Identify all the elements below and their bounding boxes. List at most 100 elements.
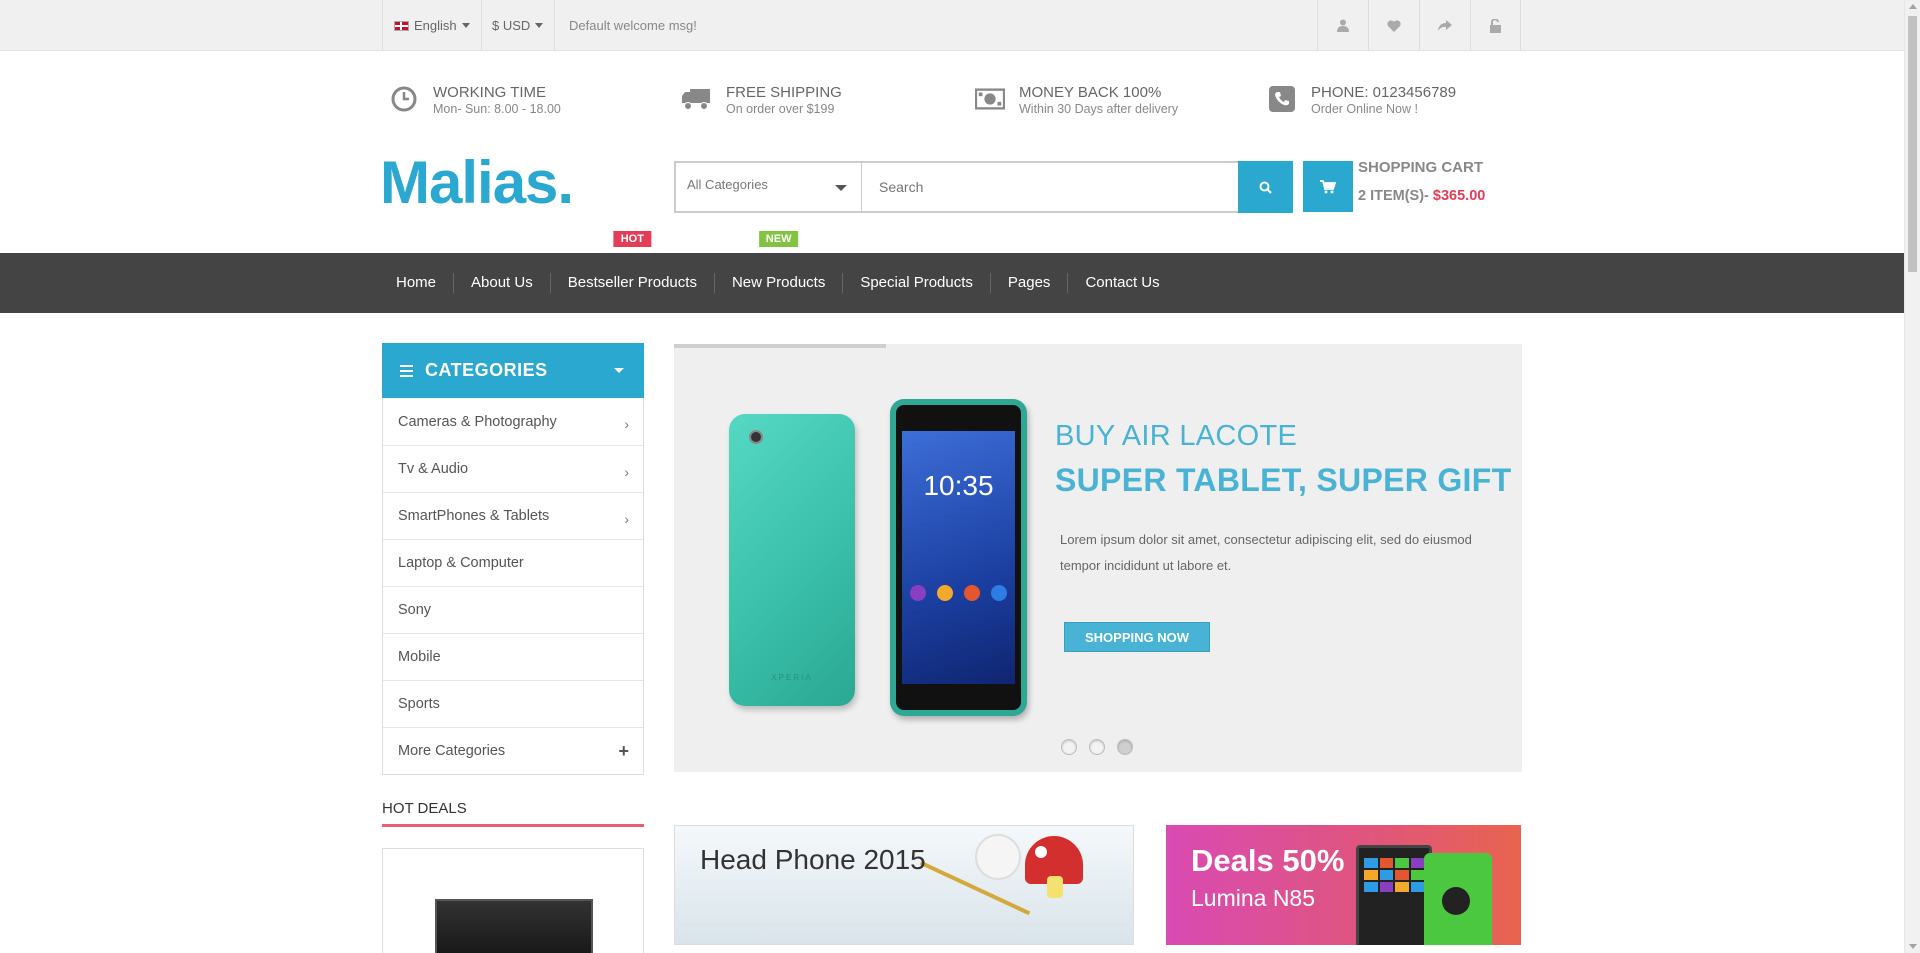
menu-icon (400, 364, 413, 377)
category-label: Sony (398, 602, 432, 618)
nav-item-special-products[interactable]: Special Products (842, 273, 990, 293)
slide-subheading: SUPER TABLET, SUPER GIFT (1055, 462, 1512, 498)
hot-deals-underline (382, 824, 644, 827)
search-icon (1259, 181, 1272, 194)
mushroom-earbud-graphic (1025, 836, 1083, 898)
nav-label: Bestseller Products (567, 274, 697, 291)
new-badge: NEW (758, 231, 799, 247)
category-item-smartphones-tablets[interactable]: SmartPhones & Tablets › (383, 492, 643, 539)
scroll-up-icon[interactable] (1909, 4, 1917, 9)
user-icon[interactable] (1317, 0, 1368, 51)
main-nav: Home About Us HOT Bestseller Products NE… (0, 231, 1920, 313)
unlock-icon[interactable] (1470, 0, 1521, 51)
category-item-sony[interactable]: Sony (383, 586, 643, 633)
category-item-more-categories[interactable]: More Categories + (383, 727, 643, 774)
nav-label: New Products (731, 274, 826, 291)
info-sub: Order Online Now ! (1311, 102, 1418, 116)
search-bar: All Categories (674, 161, 1293, 213)
language-selector[interactable]: English (382, 0, 482, 51)
categories-menu: CATEGORIES Cameras & Photography › Tv & … (382, 343, 644, 775)
category-label: Laptop & Computer (398, 555, 524, 571)
heart-icon[interactable] (1368, 0, 1419, 51)
cart-summary[interactable]: 2 ITEM(S)- $365.00 (1358, 188, 1485, 204)
info-title: MONEY BACK 100% (1019, 84, 1162, 101)
category-item-laptop-computer[interactable]: Laptop & Computer (383, 539, 643, 586)
slide-heading: BUY AIR LACOTE (1055, 420, 1298, 452)
category-label: Sports (398, 696, 440, 712)
category-item-sports[interactable]: Sports (383, 680, 643, 727)
nav-label: Contact Us (1085, 274, 1160, 291)
category-label: More Categories (398, 743, 506, 759)
info-strip: WORKING TIME Mon- Sun: 8.00 - 18.00 FREE… (382, 84, 1521, 124)
search-button[interactable] (1238, 161, 1293, 213)
slider-dots (1061, 739, 1133, 755)
chevron-down-icon (461, 23, 470, 28)
info-money-back: MONEY BACK 100% Within 30 Days after del… (975, 84, 1178, 116)
category-item-mobile[interactable]: Mobile (383, 633, 643, 680)
chevron-down-icon (535, 23, 544, 28)
welcome-message: Default welcome msg! (569, 18, 697, 33)
slider-dot-3[interactable] (1117, 739, 1133, 755)
page-scrollbar[interactable] (1904, 0, 1920, 953)
slider-dot-2[interactable] (1089, 739, 1105, 755)
cart-title[interactable]: SHOPPING CART (1358, 159, 1483, 176)
uk-flag-icon (394, 20, 409, 31)
green-phone-image (1424, 853, 1492, 945)
clock-icon (389, 84, 419, 114)
search-category-select[interactable]: All Categories (676, 163, 862, 211)
nav-item-home[interactable]: Home (382, 273, 453, 293)
hot-deal-product[interactable] (382, 848, 644, 953)
nav-item-contact-us[interactable]: Contact Us (1067, 273, 1176, 293)
slider-progress-bar (674, 344, 886, 348)
hot-badge: HOT (613, 231, 651, 247)
truck-icon (682, 84, 712, 114)
info-working-time: WORKING TIME Mon- Sun: 8.00 - 18.00 (389, 84, 561, 116)
search-input[interactable] (863, 163, 1235, 211)
nav-item-new-products[interactable]: NEW New Products (713, 231, 842, 293)
category-item-tv-audio[interactable]: Tv & Audio › (383, 445, 643, 492)
category-item-cameras-photography[interactable]: Cameras & Photography › (383, 398, 643, 445)
nav-item-about-us[interactable]: About Us (453, 273, 550, 293)
hot-deals-title: HOT DEALS (382, 800, 467, 817)
info-free-shipping: FREE SHIPPING On order over $199 (682, 84, 842, 116)
scroll-down-icon[interactable] (1909, 944, 1917, 949)
chevron-right-icon: › (624, 511, 629, 527)
info-title: PHONE: 0123456789 (1311, 84, 1457, 101)
nav-item-pages[interactable]: Pages (989, 273, 1068, 293)
plus-icon: + (618, 741, 629, 761)
currency-label: $ USD (492, 18, 531, 33)
banner-subtitle: Lumina N85 (1191, 885, 1316, 911)
share-icon[interactable] (1419, 0, 1470, 51)
banner-title: Head Phone 2015 (700, 844, 926, 875)
chevron-right-icon: › (624, 416, 629, 432)
info-sub: Within 30 Days after delivery (1019, 102, 1179, 116)
phone-clock: 10:35 (923, 470, 994, 501)
deals-banner[interactable]: Deals 50% Lumina N85 (1166, 825, 1521, 945)
top-bar: English $ USD Default welcome msg! (0, 0, 1920, 51)
shopping-now-button[interactable]: SHOPPING NOW (1064, 622, 1210, 652)
chevron-down-icon (614, 368, 624, 373)
phone-icon (1267, 84, 1297, 114)
language-label: English (414, 18, 457, 33)
cart-total: $365.00 (1432, 188, 1486, 204)
lumia-phone-image (1356, 845, 1432, 945)
banner-title: Deals 50% (1191, 843, 1345, 878)
info-title: FREE SHIPPING (726, 84, 842, 101)
slider-dot-1[interactable] (1061, 739, 1077, 755)
nav-item-bestseller-products[interactable]: HOT Bestseller Products (549, 231, 714, 293)
nav-label: Home (396, 274, 437, 291)
site-logo[interactable]: Malias. (380, 148, 574, 218)
headphone-banner[interactable]: Head Phone 2015 (674, 825, 1134, 945)
info-phone: PHONE: 0123456789 Order Online Now ! (1267, 84, 1456, 116)
cart-button[interactable] (1303, 161, 1353, 212)
category-label: Cameras & Photography (398, 413, 557, 430)
info-sub: On order over $199 (726, 102, 835, 116)
category-label: Mobile (398, 649, 441, 665)
info-title: WORKING TIME (433, 84, 547, 101)
cart-item-count: 2 ITEM(S)- (1358, 188, 1429, 204)
scrollbar-thumb[interactable] (1908, 16, 1917, 272)
info-sub: Mon- Sun: 8.00 - 18.00 (433, 102, 561, 116)
categories-header[interactable]: CATEGORIES (382, 343, 644, 398)
category-label: SmartPhones & Tablets (398, 508, 550, 524)
currency-selector[interactable]: $ USD (482, 0, 555, 51)
